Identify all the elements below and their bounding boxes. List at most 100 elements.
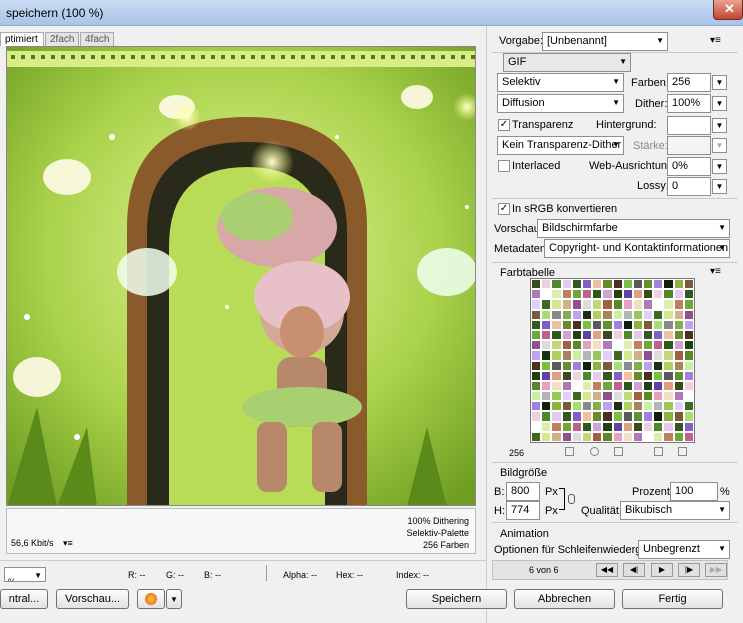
color-swatch[interactable]: [673, 279, 684, 290]
color-swatch[interactable]: [663, 360, 674, 371]
color-swatch[interactable]: [643, 370, 654, 381]
color-swatch[interactable]: [551, 279, 562, 290]
color-swatch[interactable]: [592, 279, 603, 290]
color-swatch[interactable]: [653, 391, 664, 402]
color-swatch[interactable]: [622, 299, 633, 310]
color-swatch[interactable]: [531, 411, 542, 422]
color-swatch[interactable]: [551, 289, 562, 300]
color-swatch[interactable]: [622, 370, 633, 381]
color-swatch[interactable]: [602, 360, 613, 371]
transparency-checkbox[interactable]: ✓: [498, 119, 510, 131]
color-swatch[interactable]: [541, 279, 552, 290]
color-swatch[interactable]: [632, 279, 644, 290]
color-swatch[interactable]: [643, 411, 654, 422]
color-swatch[interactable]: [622, 421, 633, 432]
color-swatch[interactable]: [612, 431, 623, 442]
color-swatch[interactable]: [551, 350, 562, 361]
color-swatch[interactable]: [683, 380, 694, 392]
color-swatch[interactable]: [581, 431, 593, 442]
color-swatch[interactable]: [653, 370, 664, 381]
color-swatch[interactable]: [602, 289, 613, 300]
color-swatch[interactable]: [571, 279, 582, 290]
color-swatch[interactable]: [571, 431, 582, 442]
color-swatch[interactable]: [561, 411, 572, 422]
color-swatch[interactable]: [663, 309, 674, 320]
color-swatch[interactable]: [571, 289, 582, 300]
first-frame-button[interactable]: ◀◀: [596, 563, 618, 577]
color-swatch[interactable]: [592, 350, 603, 361]
web-snap-dropdown-button[interactable]: ▼: [712, 159, 727, 174]
color-swatch[interactable]: [683, 370, 694, 381]
save-button[interactable]: Speichern: [406, 589, 507, 609]
color-swatch[interactable]: [683, 431, 694, 442]
color-swatch[interactable]: [622, 391, 633, 402]
color-swatch[interactable]: [561, 401, 572, 412]
lock-icon[interactable]: [614, 447, 623, 456]
browser-dropdown-button[interactable]: ▼: [166, 589, 182, 609]
color-swatch[interactable]: [592, 431, 603, 442]
color-swatch[interactable]: [571, 401, 582, 412]
colors-input[interactable]: 256: [667, 73, 711, 92]
color-swatch[interactable]: [643, 289, 654, 300]
color-swatch[interactable]: [531, 370, 542, 381]
color-swatch[interactable]: [622, 380, 633, 392]
color-swatch[interactable]: [551, 380, 562, 392]
color-swatch[interactable]: [653, 299, 664, 310]
color-swatch[interactable]: [632, 431, 644, 442]
color-swatch[interactable]: [643, 350, 654, 361]
map-color-icon[interactable]: [565, 447, 574, 456]
color-swatch[interactable]: [571, 340, 582, 351]
matte-dropdown-button[interactable]: ▼: [712, 118, 727, 133]
color-swatch[interactable]: [581, 380, 593, 392]
color-swatch[interactable]: [643, 319, 654, 330]
tab-2up[interactable]: 2fach: [45, 32, 79, 46]
done-button[interactable]: Fertig: [622, 589, 723, 609]
color-swatch[interactable]: [612, 350, 623, 361]
color-swatch[interactable]: [632, 421, 644, 432]
color-swatch[interactable]: [612, 299, 623, 310]
color-swatch[interactable]: [581, 319, 593, 330]
lossy-dropdown-button[interactable]: ▼: [712, 179, 727, 194]
color-swatch[interactable]: [663, 289, 674, 300]
color-swatch[interactable]: [531, 360, 542, 371]
color-swatch[interactable]: [581, 370, 593, 381]
color-swatch[interactable]: [602, 380, 613, 392]
trash-icon[interactable]: [678, 447, 687, 456]
color-swatch[interactable]: [683, 391, 694, 402]
color-swatch[interactable]: [632, 370, 644, 381]
color-swatch[interactable]: [531, 309, 542, 320]
image-preview[interactable]: [6, 46, 476, 506]
color-swatch[interactable]: [683, 421, 694, 432]
color-swatch[interactable]: [561, 319, 572, 330]
color-swatch[interactable]: [673, 340, 684, 351]
color-swatch[interactable]: [531, 380, 542, 392]
color-swatch[interactable]: [653, 360, 664, 371]
colors-dropdown-button[interactable]: ▼: [712, 75, 727, 90]
color-swatch[interactable]: [592, 411, 603, 422]
color-swatch[interactable]: [561, 340, 572, 351]
interlaced-checkbox[interactable]: [498, 160, 510, 172]
color-swatch[interactable]: [581, 309, 593, 320]
color-swatch[interactable]: [622, 329, 633, 341]
color-swatch[interactable]: [592, 340, 603, 351]
color-swatch[interactable]: [602, 411, 613, 422]
color-swatch[interactable]: [531, 350, 542, 361]
color-swatch[interactable]: [551, 391, 562, 402]
color-swatch[interactable]: [561, 279, 572, 290]
color-swatch[interactable]: [673, 289, 684, 300]
color-swatch[interactable]: [673, 391, 684, 402]
color-swatch[interactable]: [551, 421, 562, 432]
color-swatch[interactable]: [683, 350, 694, 361]
color-swatch[interactable]: [561, 329, 572, 341]
color-swatch[interactable]: [622, 319, 633, 330]
color-swatch[interactable]: [531, 329, 542, 341]
color-swatch[interactable]: [663, 329, 674, 341]
color-swatch[interactable]: [673, 319, 684, 330]
color-swatch[interactable]: [632, 309, 644, 320]
color-swatch[interactable]: [643, 299, 654, 310]
color-swatch[interactable]: [632, 360, 644, 371]
color-swatch[interactable]: [632, 350, 644, 361]
color-swatch[interactable]: [571, 421, 582, 432]
color-swatch[interactable]: [683, 360, 694, 371]
reduction-dropdown[interactable]: Selektiv ▼: [497, 73, 624, 92]
